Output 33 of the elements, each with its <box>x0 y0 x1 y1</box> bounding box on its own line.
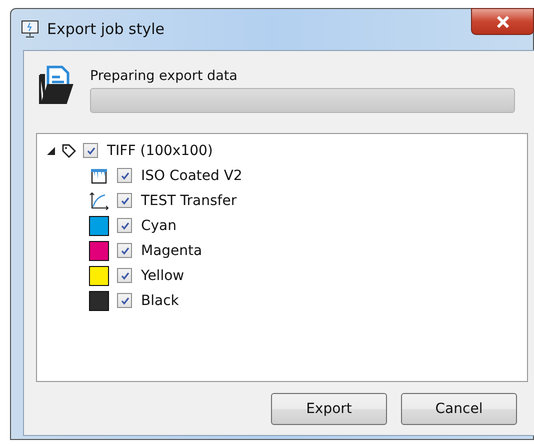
tag-icon <box>61 142 77 158</box>
tree-item-label[interactable]: TIFF (100x100) <box>107 142 213 158</box>
tree-item-label[interactable]: Magenta <box>141 242 202 258</box>
collapse-arrow-icon[interactable] <box>47 146 57 154</box>
checkmark-icon <box>120 170 130 180</box>
checkbox[interactable] <box>117 293 132 308</box>
checkmark-icon <box>120 246 130 256</box>
export-button[interactable]: Export <box>271 393 387 425</box>
checkbox[interactable] <box>117 218 132 233</box>
checkmark-icon <box>120 296 130 306</box>
checkbox[interactable] <box>117 193 132 208</box>
checkmark-icon <box>120 196 130 206</box>
tree-item-label[interactable]: Black <box>141 292 179 308</box>
tree-item-label[interactable]: ISO Coated V2 <box>141 168 242 184</box>
window-title: Export job style <box>47 20 164 38</box>
checkmark-icon <box>120 270 130 280</box>
curve-icon <box>89 192 109 210</box>
checkmark-icon <box>120 220 130 230</box>
folder-document-icon <box>36 65 76 105</box>
checkbox[interactable] <box>117 243 132 258</box>
tree-item-label[interactable]: TEST Transfer <box>141 192 237 208</box>
checkmark-icon <box>86 146 96 156</box>
checkbox[interactable] <box>117 168 132 183</box>
checkbox[interactable] <box>117 268 132 283</box>
status-text: Preparing export data <box>90 68 238 84</box>
close-button[interactable] <box>471 8 534 35</box>
tree-item-label[interactable]: Cyan <box>141 218 177 234</box>
tree-item-label[interactable]: Yellow <box>141 268 184 284</box>
checkbox[interactable] <box>83 143 98 158</box>
cancel-button[interactable]: Cancel <box>401 393 517 425</box>
profile-icon <box>90 166 108 184</box>
monitor-icon <box>21 20 39 38</box>
close-icon <box>496 16 510 28</box>
